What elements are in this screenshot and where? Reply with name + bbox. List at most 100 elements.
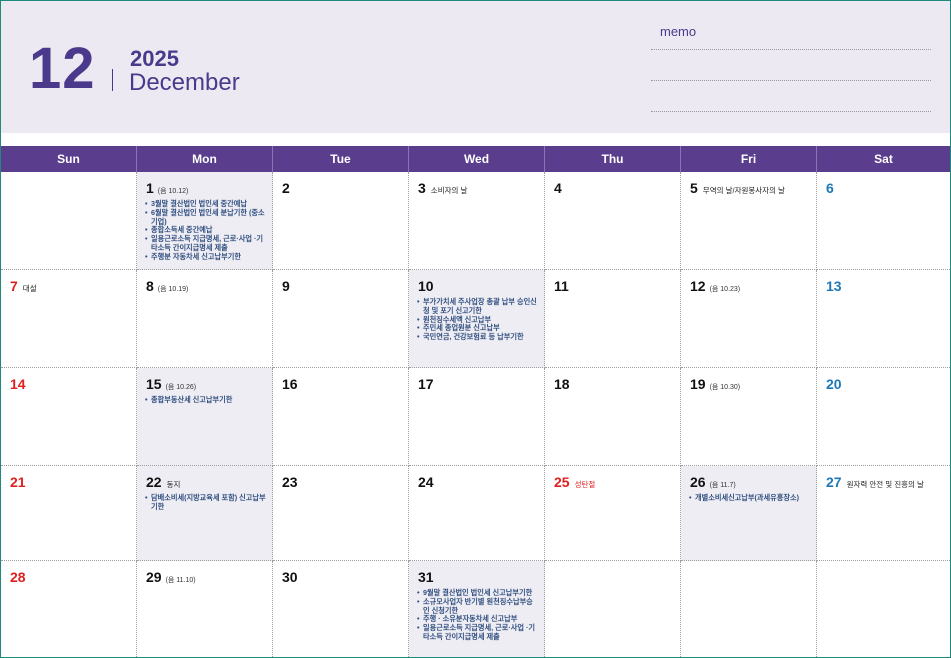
lunar-date: (음 11.7) bbox=[709, 482, 736, 489]
day-cell-29[interactable]: 29 (음 11.10) bbox=[137, 561, 273, 657]
day-number: 31 bbox=[418, 569, 434, 585]
day-cell-16[interactable]: 16 bbox=[273, 368, 409, 466]
event-item: 부가가치세 주사업장 총괄 납부 승인신청 및 포기 신고기한 bbox=[417, 297, 539, 316]
day-header: 25 성탄절 bbox=[554, 474, 595, 492]
event-item: 담배소비세(지방교육세 포함) 신고납부기한 bbox=[145, 493, 267, 512]
day-cell-7[interactable]: 7 대설 bbox=[1, 270, 137, 368]
day-cell-26[interactable]: 26(음 11.7)개별소비세신고납부(과세유흥장소) bbox=[681, 466, 817, 561]
day-number: 15 bbox=[146, 376, 162, 392]
day-cell-12[interactable]: 12 (음 10.23) bbox=[681, 270, 817, 368]
event-list: 담배소비세(지방교육세 포함) 신고납부기한 bbox=[145, 493, 267, 512]
day-header: 16 bbox=[282, 376, 298, 394]
day-header: 5 무역의 날/자원봉사자의 날 bbox=[690, 180, 785, 198]
day-header: 26 (음 11.7) bbox=[690, 474, 736, 492]
day-cell-13[interactable]: 13 bbox=[817, 270, 950, 368]
day-number: 13 bbox=[826, 278, 842, 294]
day-number: 3 bbox=[418, 180, 426, 196]
day-header: 31 bbox=[418, 569, 434, 587]
day-cell-19[interactable]: 19 (음 10.30) bbox=[681, 368, 817, 466]
day-cell-9[interactable]: 9 bbox=[273, 270, 409, 368]
day-cell-18[interactable]: 18 bbox=[545, 368, 681, 466]
day-number: 22 bbox=[146, 474, 162, 490]
day-cell-27[interactable]: 27 원자력 안전 및 진흥의 날 bbox=[817, 466, 950, 561]
day-number: 8 bbox=[146, 278, 154, 294]
event-item: 소규모사업자 반기별 원천징수납부승인 신청기한 bbox=[417, 597, 539, 616]
day-number: 2 bbox=[282, 180, 290, 196]
day-note: 소비자의 날 bbox=[430, 186, 468, 195]
day-header: 12 (음 10.23) bbox=[690, 278, 740, 296]
day-cell-31[interactable]: 31 9월말 결산법인 법인세 신고납부기한소규모사업자 반기별 원천징수납부승인… bbox=[409, 561, 545, 657]
year-label: 2025 bbox=[130, 46, 179, 71]
day-cell-15[interactable]: 15(음 10.26)종합부동산세 신고납부기한 bbox=[137, 368, 273, 466]
day-header: 30 bbox=[282, 569, 298, 587]
day-header: 1 (음 10.12) bbox=[146, 180, 188, 198]
lunar-date: (음 10.12) bbox=[157, 188, 189, 195]
day-header: 20 bbox=[826, 376, 842, 394]
day-number: 10 bbox=[418, 278, 434, 294]
day-cell-24[interactable]: 24 bbox=[409, 466, 545, 561]
day-cell-20[interactable]: 20 bbox=[817, 368, 950, 466]
event-list: 3월말 결산법인 법인세 중간예납6월말 결산법인 법인세 분납기한 (중소기업… bbox=[145, 199, 267, 262]
day-number: 11 bbox=[554, 278, 569, 294]
day-cell-1[interactable]: 1(음 10.12)3월말 결산법인 법인세 중간예납6월말 결산법인 법인세 … bbox=[137, 172, 273, 270]
day-header: 2 bbox=[282, 180, 290, 198]
day-cell-30[interactable]: 30 bbox=[273, 561, 409, 657]
event-item: 6월말 결산법인 법인세 분납기한 (중소기업) bbox=[145, 208, 267, 227]
day-header: 4 bbox=[554, 180, 562, 198]
day-number: 25 bbox=[554, 474, 570, 490]
day-cell-25[interactable]: 25 성탄절 bbox=[545, 466, 681, 561]
day-cell-2[interactable]: 2 bbox=[273, 172, 409, 270]
day-number: 20 bbox=[826, 376, 842, 392]
memo-label: memo bbox=[660, 24, 697, 39]
day-cell-23[interactable]: 23 bbox=[273, 466, 409, 561]
day-cell-8[interactable]: 8 (음 10.19) bbox=[137, 270, 273, 368]
day-header: 17 bbox=[418, 376, 434, 394]
day-number: 1 bbox=[146, 180, 154, 196]
lunar-date: (음 10.30) bbox=[709, 384, 741, 391]
day-header: 10 bbox=[418, 278, 434, 296]
day-cell-28[interactable]: 28 bbox=[1, 561, 137, 657]
day-header: 22 동지 bbox=[146, 474, 180, 492]
month-number: 12 bbox=[29, 36, 96, 101]
event-item: 종합부동산세 신고납부기한 bbox=[145, 395, 267, 405]
event-item: 개별소비세신고납부(과세유흥장소) bbox=[689, 493, 811, 503]
day-header: 15 (음 10.26) bbox=[146, 376, 196, 394]
day-number: 5 bbox=[690, 180, 698, 196]
day-cell-empty bbox=[545, 561, 681, 657]
day-cell-6[interactable]: 6 bbox=[817, 172, 950, 270]
event-list: 종합부동산세 신고납부기한 bbox=[145, 395, 267, 405]
day-number: 6 bbox=[826, 180, 834, 196]
day-cell-10[interactable]: 10 부가가치세 주사업장 총괄 납부 승인신청 및 포기 신고기한원천징수세액 … bbox=[409, 270, 545, 368]
day-number: 19 bbox=[690, 376, 706, 392]
day-number: 17 bbox=[418, 376, 434, 392]
day-cell-3[interactable]: 3 소비자의 날 bbox=[409, 172, 545, 270]
weekday-tue: Tue bbox=[273, 146, 409, 172]
day-cell-11[interactable]: 11 bbox=[545, 270, 681, 368]
day-cell-14[interactable]: 14 bbox=[1, 368, 137, 466]
day-cell-empty bbox=[1, 172, 137, 270]
calendar-header: 12 2025 December memo bbox=[1, 1, 950, 133]
event-item: 국민연금, 건강보험료 등 납부기한 bbox=[417, 332, 539, 342]
day-cell-22[interactable]: 22 동지담배소비세(지방교육세 포함) 신고납부기한 bbox=[137, 466, 273, 561]
lunar-date: (음 11.10) bbox=[165, 577, 196, 584]
day-number: 7 bbox=[10, 278, 18, 294]
day-note: 대설 bbox=[22, 284, 37, 293]
weekday-sat: Sat bbox=[874, 152, 893, 166]
day-header: 6 bbox=[826, 180, 834, 198]
event-list: 9월말 결산법인 법인세 신고납부기한소규모사업자 반기별 원천징수납부승인 신… bbox=[417, 588, 539, 642]
event-list: 개별소비세신고납부(과세유흥장소) bbox=[689, 493, 811, 503]
weekday-sun: Sun bbox=[1, 146, 137, 172]
day-cell-5[interactable]: 5 무역의 날/자원봉사자의 날 bbox=[681, 172, 817, 270]
day-note: 동지 bbox=[166, 480, 181, 489]
calendar-grid: 1(음 10.12)3월말 결산법인 법인세 중간예납6월말 결산법인 법인세 … bbox=[1, 172, 950, 657]
day-number: 16 bbox=[282, 376, 298, 392]
day-cell-21[interactable]: 21 bbox=[1, 466, 137, 561]
day-cell-17[interactable]: 17 bbox=[409, 368, 545, 466]
day-number: 28 bbox=[10, 569, 26, 585]
day-header: 8 (음 10.19) bbox=[146, 278, 188, 296]
day-number: 29 bbox=[146, 569, 162, 585]
day-number: 12 bbox=[690, 278, 706, 294]
day-header: 24 bbox=[418, 474, 434, 492]
day-cell-4[interactable]: 4 bbox=[545, 172, 681, 270]
day-number: 23 bbox=[282, 474, 298, 490]
